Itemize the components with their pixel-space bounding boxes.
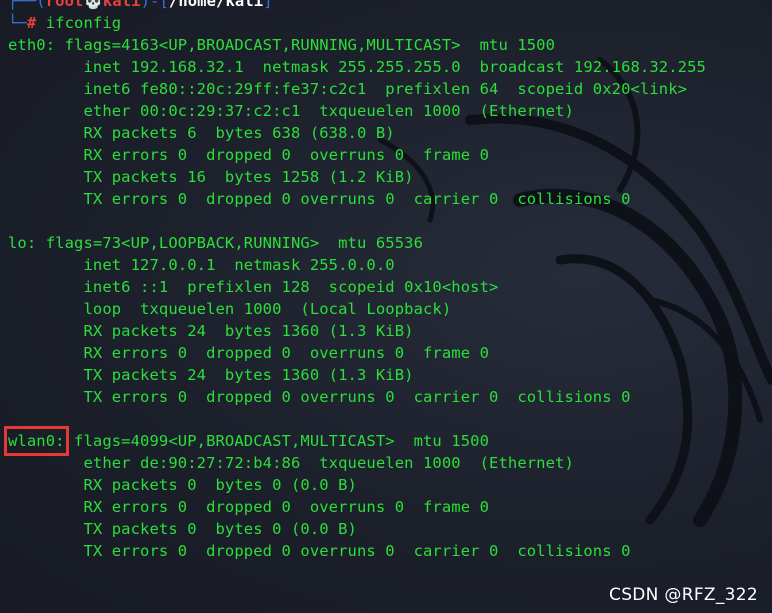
eth0-line: inet 192.168.32.1 netmask 255.255.255.0 … [8,58,706,76]
lo-line: inet6 ::1 prefixlen 128 scopeid 0x10<hos… [8,278,499,296]
lo-line: RX packets 24 bytes 1360 (1.3 KiB) [8,322,414,340]
wlan0-line: ether de:90:27:72:b4:86 txqueuelen 1000 … [8,454,574,472]
prompt-box-close: ] [263,0,273,10]
watermark: CSDN @RFZ_322 [609,585,758,605]
eth0-line: TX errors 0 dropped 0 overruns 0 carrier… [8,190,631,208]
lo-line: loop txqueuelen 1000 (Local Loopback) [8,300,452,318]
wlan0-highlight-box: wlan0: [4,426,69,456]
eth0-line: RX packets 6 bytes 638 (638.0 B) [8,124,395,142]
lo-line: inet 127.0.0.1 netmask 255.0.0.0 [8,256,395,274]
lo-line: RX errors 0 dropped 0 overruns 0 frame 0 [8,344,490,362]
prompt-box-open: ┌──( [8,0,46,10]
prompt-line-2: └─# ifconfig [8,12,768,34]
prompt-path: /home/kali [168,0,264,10]
eth0-line: inet6 fe80::20c:29ff:fe37:c2c1 prefixlen… [8,80,688,98]
lo-header: lo: flags=73<UP,LOOPBACK,RUNNING> mtu 65… [8,234,423,252]
prompt-user: root💀kali [45,0,141,10]
eth0-line: ether 00:0c:29:37:c2:c1 txqueuelen 1000 … [8,102,574,120]
terminal-output: ┌──(root💀kali)-[/home/kali] └─# ifconfig… [4,0,768,562]
prompt-box-mid: )-[ [140,0,169,10]
wlan0-header-flags: flags=4099<UP,BROADCAST,MULTICAST> mtu 1… [64,432,490,450]
wlan0-header: wlan0: flags=4099<UP,BROADCAST,MULTICAST… [4,426,768,456]
wlan0-line: RX errors 0 dropped 0 overruns 0 frame 0 [8,498,490,516]
eth0-line: TX packets 16 bytes 1258 (1.2 KiB) [8,168,414,186]
prompt-box-corner: └─ [8,14,27,32]
wlan0-line: TX packets 0 bytes 0 (0.0 B) [8,520,357,538]
terminal-window[interactable]: ┌──(root💀kali)-[/home/kali] └─# ifconfig… [0,0,772,613]
wlan0-line: TX errors 0 dropped 0 overruns 0 carrier… [8,542,631,560]
command-text: ifconfig [45,14,122,32]
eth0-line: RX errors 0 dropped 0 overruns 0 frame 0 [8,146,490,164]
lo-line: TX packets 24 bytes 1360 (1.3 KiB) [8,366,414,384]
lo-line: TX errors 0 dropped 0 overruns 0 carrier… [8,388,631,406]
wlan0-line: RX packets 0 bytes 0 (0.0 B) [8,476,357,494]
prompt-hash: # [26,14,37,32]
prompt-line-1: ┌──(root💀kali)-[/home/kali] [8,0,768,12]
eth0-header: eth0: flags=4163<UP,BROADCAST,RUNNING,MU… [8,36,556,54]
